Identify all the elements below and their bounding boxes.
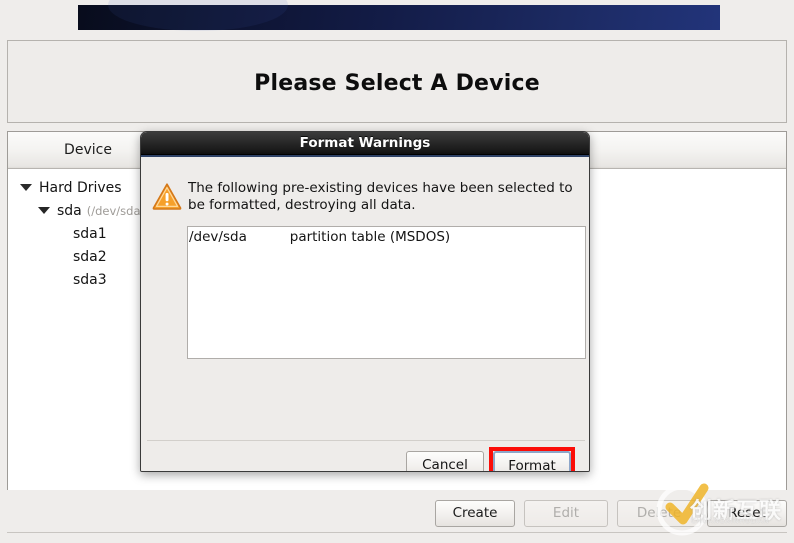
tree-item-sda2[interactable]: sda2 [73, 246, 107, 269]
tree-item-sda3[interactable]: sda3 [73, 269, 107, 292]
warning-triangle-icon [152, 182, 182, 210]
tree-item-label: sda3 [73, 272, 107, 288]
dialog-body: The following pre-existing devices have … [141, 155, 589, 471]
create-button[interactable]: Create [435, 500, 515, 527]
brand-banner [78, 0, 720, 31]
format-button[interactable]: Format [493, 451, 571, 471]
page-title: Please Select A Device [254, 71, 540, 96]
tree-item-sda1[interactable]: sda1 [73, 223, 107, 246]
tree-item-sda[interactable]: sda (/dev/sda) [38, 200, 145, 223]
cancel-button[interactable]: Cancel [406, 451, 484, 471]
footer-button-bar: Create Edit Delete Reset [0, 490, 794, 539]
tree-item-hard-drives[interactable]: Hard Drives [20, 177, 122, 200]
tree-item-label: Hard Drives [39, 180, 122, 196]
format-warnings-dialog: Format Warnings The following pre-existi… [140, 131, 590, 472]
tree-item-label: sda1 [73, 226, 107, 242]
reset-button[interactable]: Reset [707, 500, 787, 527]
footer-divider [7, 532, 787, 533]
chevron-down-icon[interactable] [38, 206, 50, 214]
dialog-title: Format Warnings [141, 132, 589, 157]
chevron-down-icon[interactable] [20, 183, 32, 191]
tree-item-label: sda [57, 203, 82, 219]
delete-button: Delete [617, 500, 701, 527]
tree-item-label: sda2 [73, 249, 107, 265]
affected-devices-list[interactable]: /dev/sda partition table (MSDOS) [187, 226, 586, 359]
tree-item-path: (/dev/sda) [86, 204, 146, 218]
edit-button: Edit [524, 500, 608, 527]
heading-panel: Please Select A Device [7, 40, 787, 123]
banner-row [0, 0, 794, 33]
list-item: /dev/sda partition table (MSDOS) [189, 229, 451, 245]
dialog-divider [147, 440, 585, 441]
dialog-message: The following pre-existing devices have … [188, 180, 573, 213]
